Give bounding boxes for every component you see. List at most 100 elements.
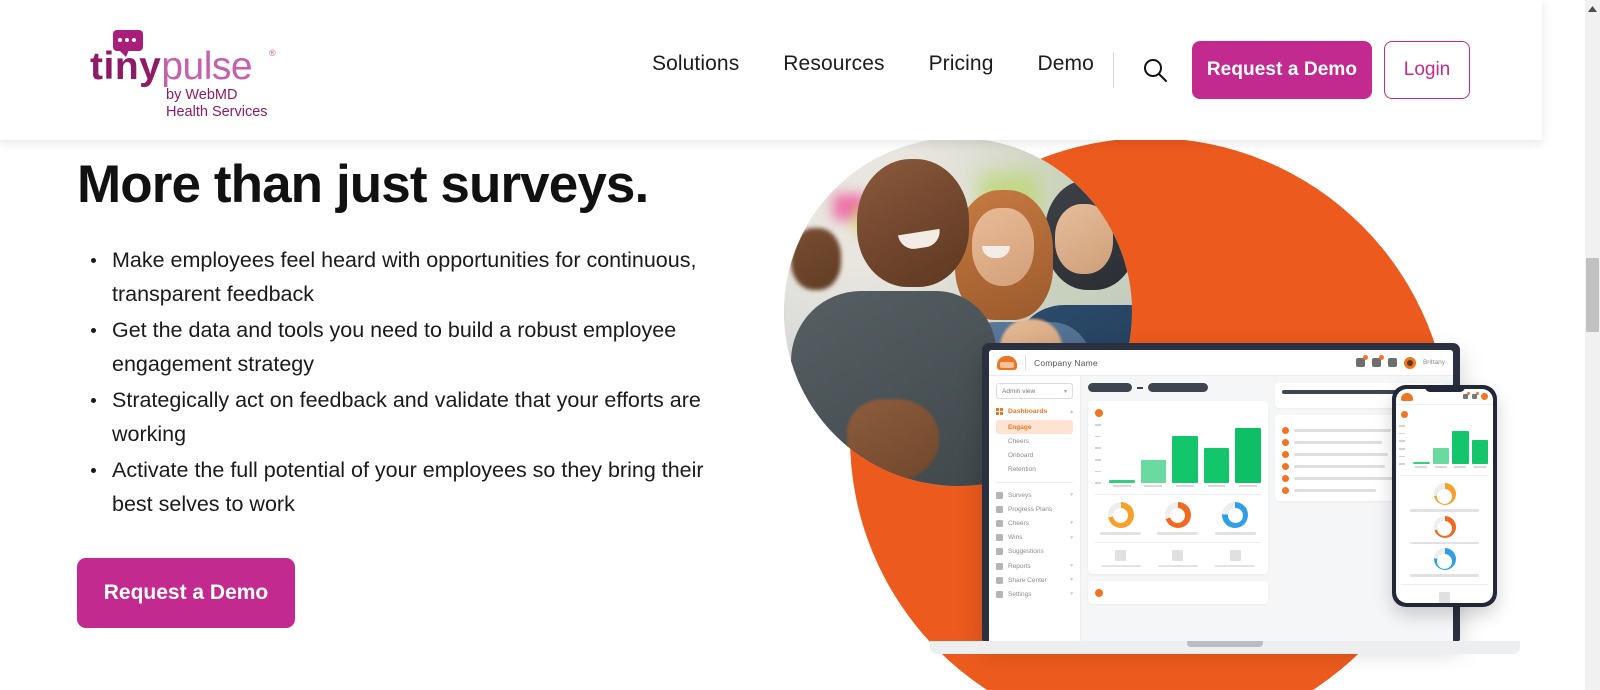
inbox-icon[interactable] <box>1355 355 1368 367</box>
dashboard-topbar-divider <box>1025 355 1026 370</box>
scrollbar-thumb[interactable] <box>1586 258 1599 332</box>
nav-item-pricing[interactable]: Pricing <box>907 52 1016 76</box>
bar-label <box>1454 466 1467 468</box>
pill-connector <box>1137 386 1143 389</box>
dashboard-column-left <box>1088 383 1268 634</box>
grid-icon <box>996 408 1003 415</box>
sidebar-item-label: Wins <box>1008 534 1023 542</box>
nav-item-solutions[interactable]: Solutions <box>630 52 761 76</box>
pencil-icon[interactable] <box>1387 358 1397 367</box>
dashboard-user-name: Brittany <box>1422 359 1445 366</box>
sidebar-item-wins[interactable]: Wins ▾ <box>996 531 1073 545</box>
hero-request-demo-button[interactable]: Request a Demo <box>77 558 295 628</box>
donut-chart <box>1222 502 1249 528</box>
primary-navigation: Solutions Resources Pricing Demo <box>630 52 1116 76</box>
sidebar-group-label: Dashboards <box>1008 408 1048 415</box>
donut-label <box>1214 532 1256 535</box>
kpi-donut-cell <box>1401 515 1488 545</box>
logo-wordmark: tinypulse <box>90 45 253 88</box>
list-item: Get the data and tools you need to build… <box>77 313 717 381</box>
stat-icon <box>1172 549 1184 561</box>
kpi-donut-cell <box>1095 502 1146 535</box>
status-dot-icon <box>1095 589 1103 598</box>
donut-label <box>1409 574 1480 577</box>
logo-registered-mark: ® <box>269 48 276 58</box>
dashboard-filter-pills <box>1088 383 1268 392</box>
hero-artwork: Company Name Brittany Admin view ▾ Dashb… <box>770 140 1585 690</box>
search-icon[interactable] <box>1140 55 1170 85</box>
card-divider <box>1401 583 1488 585</box>
bell-icon[interactable] <box>1472 392 1479 399</box>
bar-label <box>1144 485 1163 487</box>
status-dot-icon <box>1281 451 1289 459</box>
bar <box>1452 430 1469 464</box>
donut-chart <box>1107 502 1134 528</box>
bar-group <box>1172 435 1198 487</box>
stat-icon <box>1229 549 1241 561</box>
header-request-demo-button[interactable]: Request a Demo <box>1192 41 1372 99</box>
stat-icon <box>1439 591 1450 603</box>
status-dot-icon <box>1281 439 1289 447</box>
bar <box>1432 447 1449 464</box>
page-title: More than just surveys. <box>77 155 649 214</box>
tinypulse-logo[interactable]: tinypulse ® by WebMD Health Services <box>90 30 280 120</box>
scroll-up-arrow-icon[interactable] <box>1585 0 1600 17</box>
card-divider <box>1095 494 1261 495</box>
avatar[interactable] <box>1403 356 1416 369</box>
phone-content <box>1396 405 1493 603</box>
chevron-down-icon: ▾ <box>1070 520 1073 527</box>
list-item: Activate the full potential of your empl… <box>77 453 717 521</box>
sidebar-item-onboard[interactable]: Onboard <box>996 448 1073 462</box>
chevron-down-icon: ▾ <box>1070 492 1073 499</box>
nav-item-resources[interactable]: Resources <box>761 52 906 76</box>
avatar[interactable] <box>1481 393 1488 400</box>
bar-group <box>1432 447 1449 468</box>
sidebar-item-settings[interactable]: Settings ▾ <box>996 587 1073 601</box>
phone-bar-chart <box>1399 425 1488 468</box>
status-dot-icon <box>1281 463 1289 471</box>
stat-label <box>1100 564 1141 568</box>
logo-word-pulse: pulse <box>161 45 253 88</box>
site-header: tinypulse ® by WebMD Health Services Sol… <box>0 0 1542 140</box>
vertical-scrollbar[interactable] <box>1585 0 1600 690</box>
dashboard-sidebar: Admin view ▾ Dashboards ▴ Engage Cheers … <box>989 376 1081 641</box>
nav-item-demo[interactable]: Demo <box>1015 52 1115 76</box>
logo-word-tiny: tiny <box>90 45 162 88</box>
filter-pill[interactable] <box>1088 383 1132 392</box>
sidebar-item-progress-plans[interactable]: Progress Plans <box>996 502 1073 516</box>
chevron-down-icon: ▾ <box>1070 534 1073 541</box>
sidebar-item-surveys[interactable]: Surveys ▾ <box>996 488 1073 502</box>
dashboard-logo-icon <box>997 355 1017 370</box>
inbox-icon[interactable] <box>1463 392 1470 399</box>
stat-label <box>1157 564 1198 568</box>
sidebar-item-engage[interactable]: Engage <box>996 420 1073 434</box>
logo-tagline: by WebMD Health Services <box>166 87 268 121</box>
chart-y-axis <box>1095 424 1101 484</box>
donut-chart <box>1433 548 1456 571</box>
sidebar-item-share-center[interactable]: Share Center ▾ <box>996 573 1073 587</box>
stat-icon <box>1115 549 1127 561</box>
sidebar-item-cheers-dash[interactable]: Cheers <box>996 434 1073 448</box>
chevron-down-icon: ▾ <box>1063 388 1067 395</box>
sidebar-item-suggestions[interactable]: Suggestions <box>996 545 1073 559</box>
status-dot-icon <box>1281 427 1289 435</box>
sidebar-group-dashboards[interactable]: Dashboards ▴ <box>996 408 1073 415</box>
kpi-donut-cell <box>1401 548 1488 577</box>
sidebar-item-retention[interactable]: Retention <box>996 462 1073 476</box>
kpi-donut-cell <box>1152 502 1203 535</box>
dashboard-topbar: Company Name Brittany <box>989 350 1453 376</box>
browser-viewport: tinypulse ® by WebMD Health Services Sol… <box>0 0 1600 690</box>
suggestions-icon <box>996 548 1003 556</box>
sidebar-item-cheers[interactable]: Cheers ▾ <box>996 516 1073 530</box>
laptop-screen: Company Name Brittany Admin view ▾ Dashb… <box>982 343 1460 641</box>
bar-label <box>1415 466 1428 468</box>
view-selector[interactable]: Admin view ▾ <box>996 383 1073 399</box>
reports-icon <box>996 562 1003 570</box>
bar <box>1413 461 1430 464</box>
logo-tagline-line1: by WebMD <box>166 87 238 103</box>
filter-pill[interactable] <box>1148 383 1208 392</box>
sidebar-item-label: Share Center <box>1008 576 1047 584</box>
bell-icon[interactable] <box>1371 355 1384 367</box>
header-login-button[interactable]: Login <box>1384 41 1470 99</box>
sidebar-item-reports[interactable]: Reports ▾ <box>996 559 1073 573</box>
